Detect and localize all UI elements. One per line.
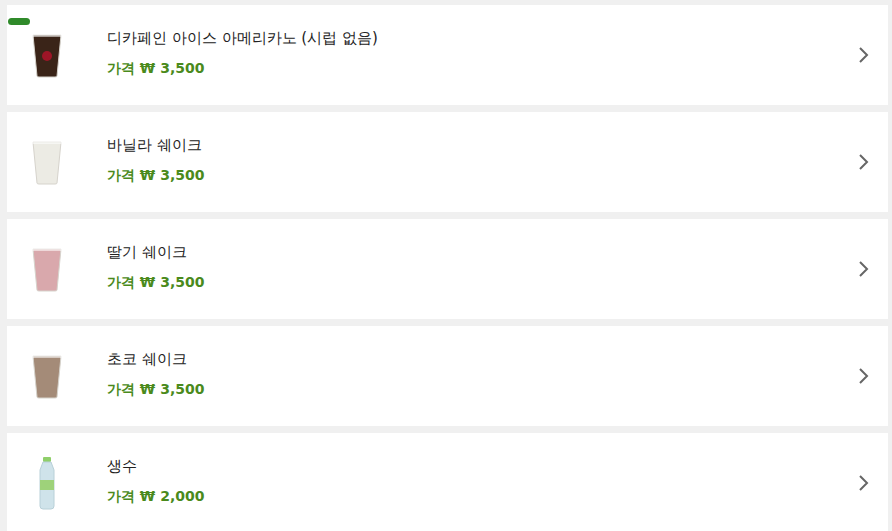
drink-cup-icon <box>31 246 63 292</box>
product-image <box>7 32 107 78</box>
menu-item[interactable]: 초코 쉐이크 가격 ₩ 3,500 <box>7 326 888 426</box>
item-name: 딸기 쉐이크 <box>107 241 858 263</box>
menu-item[interactable]: 생수 가격 ₩ 2,000 <box>7 433 888 531</box>
chevron-right-icon <box>858 367 870 385</box>
item-price: 가격 ₩ 3,500 <box>107 379 858 399</box>
item-name: 디카페인 아이스 아메리카노 (시럽 없음) <box>107 27 858 49</box>
item-price: 가격 ₩ 2,000 <box>107 486 858 506</box>
chevron-right-icon <box>858 474 870 492</box>
menu-list: 디카페인 아이스 아메리카노 (시럽 없음) 가격 ₩ 3,500 바닐라 쉐이… <box>0 0 892 531</box>
item-price: 가격 ₩ 3,500 <box>107 272 858 292</box>
menu-item[interactable]: 디카페인 아이스 아메리카노 (시럽 없음) 가격 ₩ 3,500 <box>7 5 888 105</box>
chevron-right-icon <box>858 260 870 278</box>
drink-cup-icon <box>31 32 63 78</box>
product-image <box>7 456 107 510</box>
product-image <box>7 353 107 399</box>
item-name: 바닐라 쉐이크 <box>107 134 858 156</box>
item-name: 생수 <box>107 455 858 477</box>
item-price: 가격 ₩ 3,500 <box>107 58 858 78</box>
drink-cup-icon <box>31 353 63 399</box>
bottle-icon <box>36 456 58 510</box>
drink-cup-icon <box>31 139 63 185</box>
chevron-right-icon <box>858 46 870 64</box>
product-image <box>7 139 107 185</box>
product-image <box>7 246 107 292</box>
menu-item[interactable]: 딸기 쉐이크 가격 ₩ 3,500 <box>7 219 888 319</box>
menu-item[interactable]: 바닐라 쉐이크 가격 ₩ 3,500 <box>7 112 888 212</box>
chevron-right-icon <box>858 153 870 171</box>
item-name: 초코 쉐이크 <box>107 348 858 370</box>
item-price: 가격 ₩ 3,500 <box>107 165 858 185</box>
eco-badge-icon <box>8 18 30 25</box>
